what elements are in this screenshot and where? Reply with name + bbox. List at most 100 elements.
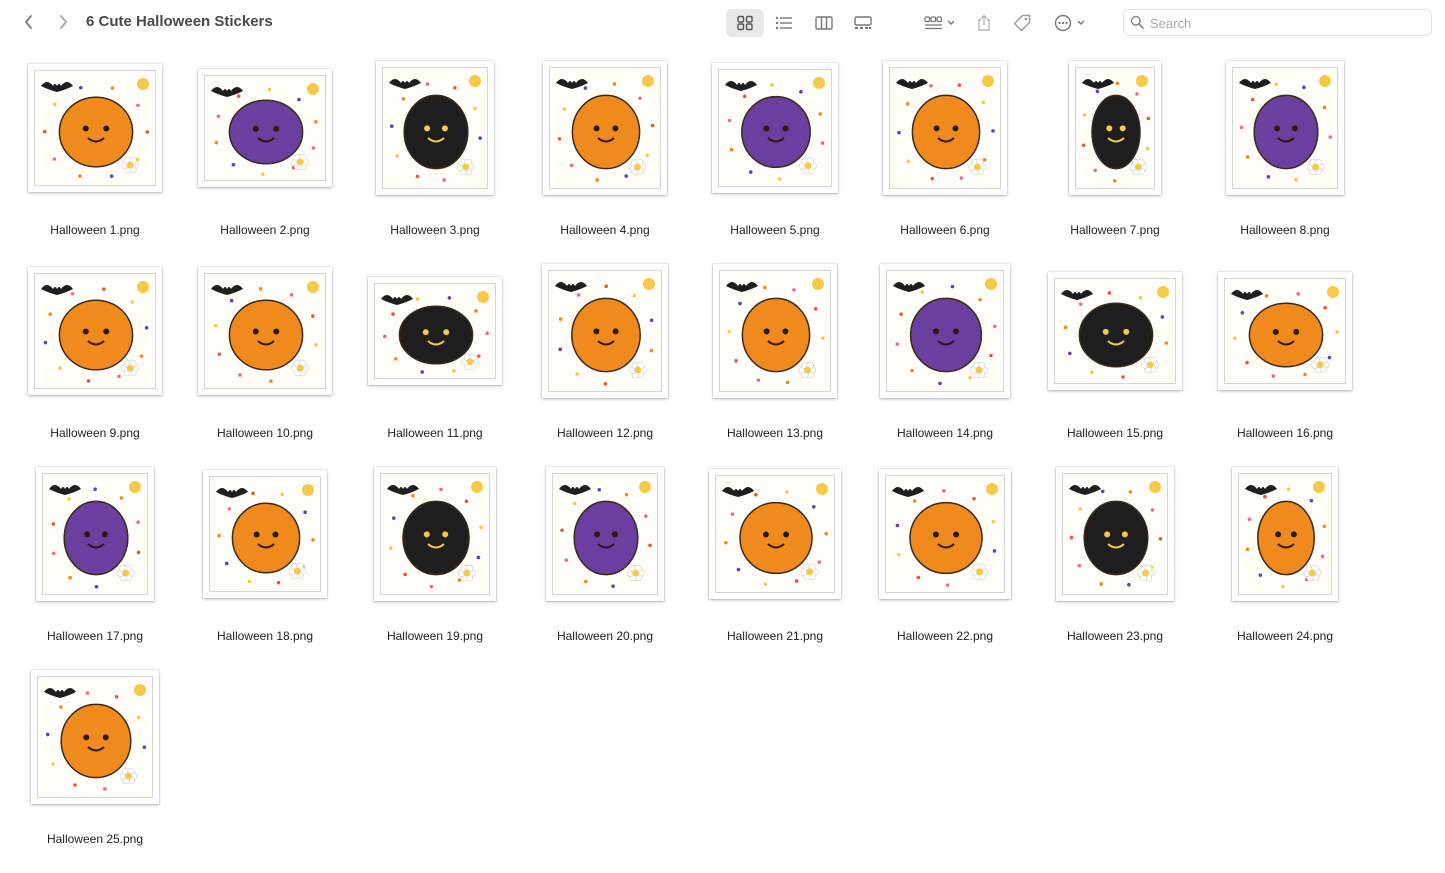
file-thumbnail[interactable]: [198, 69, 332, 187]
group-by-icon: [924, 16, 954, 30]
search-input[interactable]: [1148, 13, 1422, 34]
file-thumbnail[interactable]: [1232, 467, 1338, 601]
column-view-button[interactable]: [810, 9, 838, 37]
file-item[interactable]: Halloween 19.png: [350, 466, 520, 656]
file-item[interactable]: Halloween 10.png: [180, 263, 350, 453]
face-eye: [1121, 531, 1128, 538]
file-item[interactable]: Halloween 2.png: [180, 60, 350, 250]
bat-decoration: [896, 79, 928, 89]
gallery-view-button[interactable]: [849, 9, 877, 37]
candy-bowl-shape: [909, 501, 983, 575]
file-item[interactable]: Halloween 3.png: [350, 60, 520, 250]
file-thumbnail[interactable]: [368, 277, 502, 385]
confetti-dot: [403, 572, 408, 577]
confetti-dot: [109, 174, 114, 178]
file-thumbnail[interactable]: [31, 670, 159, 804]
confetti-dot: [389, 124, 394, 129]
daisy-center: [1134, 163, 1142, 171]
broom-sticker-image: [1075, 67, 1155, 189]
icon-view-icon: [737, 15, 753, 31]
file-thumbnail[interactable]: [28, 267, 162, 395]
confetti-dot: [738, 301, 742, 306]
file-item[interactable]: Halloween 21.png: [690, 466, 860, 656]
file-item[interactable]: Halloween 5.png: [690, 60, 860, 250]
file-thumbnail[interactable]: [28, 64, 162, 192]
file-name-label: Halloween 23.png: [1066, 629, 1164, 643]
face-eye: [612, 125, 619, 132]
file-thumbnail[interactable]: [36, 467, 154, 601]
broom-illustration: [1081, 75, 1151, 183]
confetti-dot: [311, 146, 316, 150]
list-view-button[interactable]: [770, 9, 798, 37]
file-item[interactable]: Halloween 16.png: [1200, 263, 1370, 453]
file-item[interactable]: Halloween 20.png: [520, 466, 690, 656]
icon-view-button[interactable]: [726, 9, 764, 37]
bat-sticker-image: [374, 283, 496, 379]
file-thumbnail[interactable]: [1218, 272, 1352, 390]
file-thumbnail[interactable]: [712, 63, 838, 193]
moon-decoration: [986, 483, 998, 495]
file-thumbnail[interactable]: [709, 469, 841, 599]
moon-decoration: [642, 75, 654, 87]
column-view-icon: [815, 16, 833, 30]
file-item[interactable]: Halloween 15.png: [1030, 263, 1200, 453]
file-item[interactable]: Halloween 12.png: [520, 263, 690, 453]
confetti-dot: [1127, 582, 1131, 587]
file-item[interactable]: Halloween 25.png: [10, 669, 180, 859]
file-item[interactable]: Halloween 13.png: [690, 263, 860, 453]
file-item[interactable]: Halloween 17.png: [10, 466, 180, 656]
crescent-moon-sticker-image: [552, 473, 658, 595]
confetti-dot: [51, 762, 55, 766]
file-item[interactable]: Halloween 4.png: [520, 60, 690, 250]
confetti-dot: [645, 153, 650, 158]
file-thumbnail[interactable]: [1048, 272, 1182, 390]
confetti-dot: [236, 94, 241, 98]
file-item[interactable]: Halloween 11.png: [350, 263, 520, 453]
lantern-sticker-image: [1238, 473, 1332, 595]
file-thumbnail[interactable]: [198, 267, 332, 395]
file-item[interactable]: Halloween 23.png: [1030, 466, 1200, 656]
file-thumbnail[interactable]: [713, 264, 837, 398]
file-item[interactable]: Halloween 6.png: [860, 60, 1030, 250]
file-thumbnail[interactable]: [546, 467, 664, 601]
face-eye: [424, 125, 431, 132]
confetti-dot: [73, 783, 77, 787]
file-thumbnail[interactable]: [203, 470, 327, 598]
forward-button[interactable]: [52, 11, 74, 33]
file-thumbnail[interactable]: [542, 264, 668, 398]
file-thumbnail[interactable]: [880, 264, 1010, 398]
tag-button[interactable]: [1010, 9, 1034, 37]
search-field[interactable]: [1123, 9, 1432, 36]
file-thumbnail[interactable]: [374, 467, 496, 601]
file-thumbnail[interactable]: [883, 61, 1007, 195]
file-item[interactable]: Halloween 7.png: [1030, 60, 1200, 250]
file-item[interactable]: Halloween 14.png: [860, 263, 1030, 453]
confetti-dot: [1245, 547, 1250, 552]
daisy-center: [293, 567, 301, 575]
more-actions-button[interactable]: [1050, 9, 1088, 37]
confetti-dot: [85, 691, 90, 695]
file-thumbnail[interactable]: [1069, 61, 1161, 195]
file-thumbnail[interactable]: [543, 61, 667, 195]
file-item[interactable]: Halloween 9.png: [10, 263, 180, 453]
file-thumbnail[interactable]: [879, 469, 1011, 599]
search-icon: [1130, 15, 1144, 29]
file-item[interactable]: Halloween 22.png: [860, 466, 1030, 656]
back-button[interactable]: [18, 11, 40, 33]
file-thumbnail[interactable]: [1226, 61, 1344, 195]
face-eye: [932, 531, 939, 538]
face-eye: [782, 328, 789, 335]
file-item[interactable]: Halloween 1.png: [10, 60, 180, 250]
file-item[interactable]: Halloween 8.png: [1200, 60, 1370, 250]
file-item[interactable]: Halloween 18.png: [180, 466, 350, 656]
confetti-dot: [972, 496, 976, 501]
file-thumbnail[interactable]: [376, 61, 494, 195]
bat-decoration: [387, 485, 419, 495]
group-by-button[interactable]: [918, 9, 960, 37]
file-thumbnail[interactable]: [1056, 467, 1174, 601]
file-item[interactable]: Halloween 24.png: [1200, 466, 1370, 656]
confetti-dot: [389, 546, 393, 551]
share-button[interactable]: [972, 9, 996, 37]
bat-decoration: [725, 81, 757, 91]
magic-wand-illustration: [49, 481, 141, 589]
